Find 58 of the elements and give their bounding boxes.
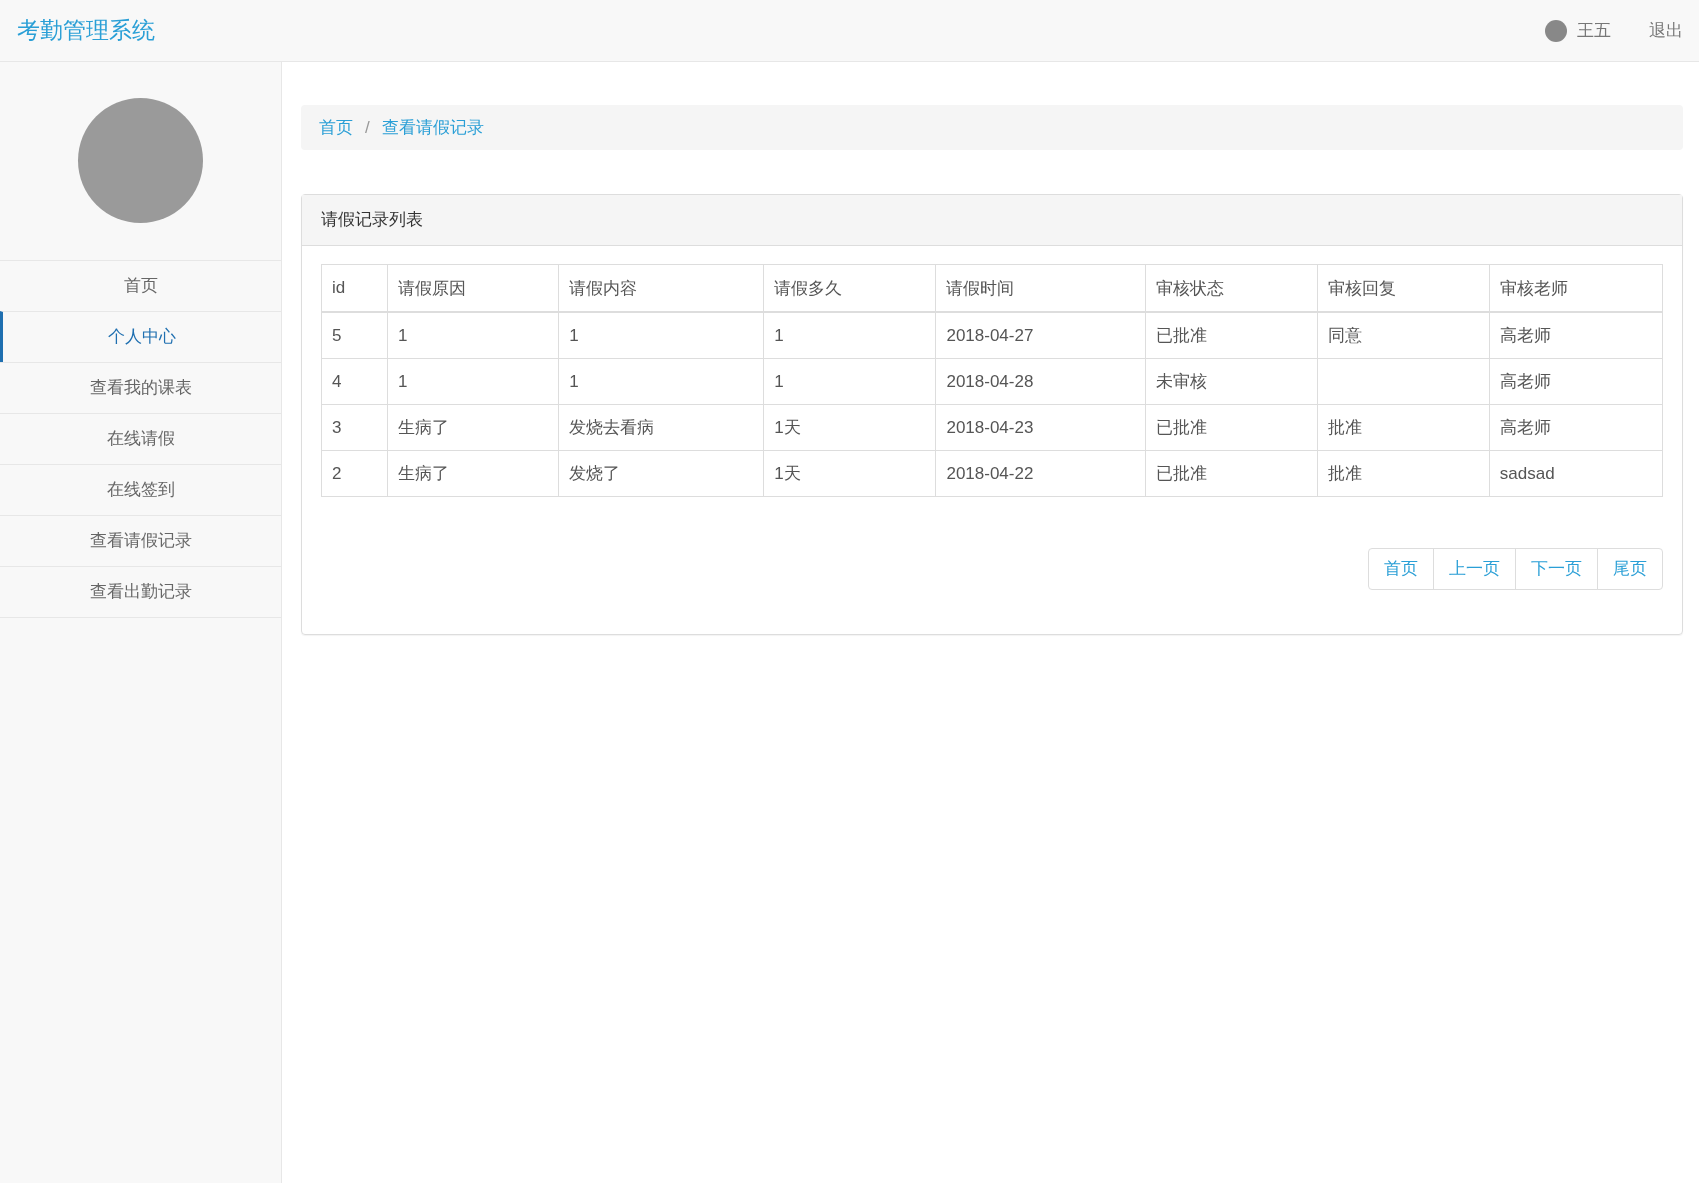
- table-cell: 1: [763, 358, 936, 405]
- table-cell: 高老师: [1489, 404, 1663, 451]
- table-cell: 已批准: [1145, 312, 1318, 359]
- table-cell: 2018-04-22: [935, 450, 1146, 497]
- table-cell: 发烧了: [558, 450, 764, 497]
- table-cell: 5: [321, 312, 388, 359]
- sidebar-item[interactable]: 在线请假: [0, 413, 281, 464]
- table-cell: sadsad: [1489, 450, 1663, 497]
- breadcrumb-link[interactable]: 查看请假记录: [381, 116, 484, 139]
- column-header: 请假多久: [763, 264, 936, 312]
- column-header: 请假内容: [558, 264, 764, 312]
- pagination-button[interactable]: 下一页: [1515, 548, 1598, 590]
- table-cell: 高老师: [1489, 312, 1663, 359]
- table-cell: 1天: [763, 404, 936, 451]
- table-cell: 发烧去看病: [558, 404, 764, 451]
- sidebar-item[interactable]: 查看请假记录: [0, 515, 281, 566]
- table-cell: 已批准: [1145, 404, 1318, 451]
- table-cell: 1: [387, 358, 559, 405]
- user-avatar: [1545, 19, 1567, 42]
- table-cell: 未审核: [1145, 358, 1318, 405]
- table-cell: 1: [387, 312, 559, 359]
- table-cell: 高老师: [1489, 358, 1663, 405]
- table-cell: 批准: [1317, 404, 1490, 451]
- table-cell: 已批准: [1145, 450, 1318, 497]
- table-cell: 1: [763, 312, 936, 359]
- column-header: 审核老师: [1489, 264, 1663, 312]
- column-header: 审核回复: [1317, 264, 1490, 312]
- table-cell: 2018-04-23: [935, 404, 1146, 451]
- column-header: id: [321, 264, 388, 312]
- table-cell: 2018-04-27: [935, 312, 1146, 359]
- sidebar-item[interactable]: 查看我的课表: [0, 362, 281, 413]
- sidebar-item[interactable]: 首页: [0, 260, 281, 311]
- app-title[interactable]: 考勤管理系统: [17, 15, 1545, 46]
- column-header: 请假时间: [935, 264, 1146, 312]
- table-cell: 1: [558, 358, 764, 405]
- pagination-button[interactable]: 首页: [1368, 548, 1434, 590]
- breadcrumb-separator: /: [365, 117, 370, 138]
- table-cell: 1: [558, 312, 764, 359]
- user-name[interactable]: 王五: [1577, 19, 1611, 42]
- sidebar-item[interactable]: 查看出勤记录: [0, 566, 281, 618]
- column-header: 审核状态: [1145, 264, 1318, 312]
- table-cell: 生病了: [387, 404, 559, 451]
- table-cell: 批准: [1317, 450, 1490, 497]
- breadcrumb-link[interactable]: 首页: [319, 116, 353, 139]
- table-cell: 3: [321, 404, 388, 451]
- table-cell: 4: [321, 358, 388, 405]
- pagination-button[interactable]: 尾页: [1597, 548, 1663, 590]
- table-cell: 1天: [763, 450, 936, 497]
- column-header: 请假原因: [387, 264, 559, 312]
- table-cell: 2: [321, 450, 388, 497]
- logout-link[interactable]: 退出: [1649, 19, 1683, 42]
- table-cell: 生病了: [387, 450, 559, 497]
- pagination-button[interactable]: 上一页: [1433, 548, 1516, 590]
- sidebar-item[interactable]: 在线签到: [0, 464, 281, 515]
- panel-title: 请假记录列表: [302, 195, 1682, 246]
- table-cell: 同意: [1317, 312, 1490, 359]
- table-cell: 2018-04-28: [935, 358, 1146, 405]
- sidebar-item[interactable]: 个人中心: [0, 311, 281, 362]
